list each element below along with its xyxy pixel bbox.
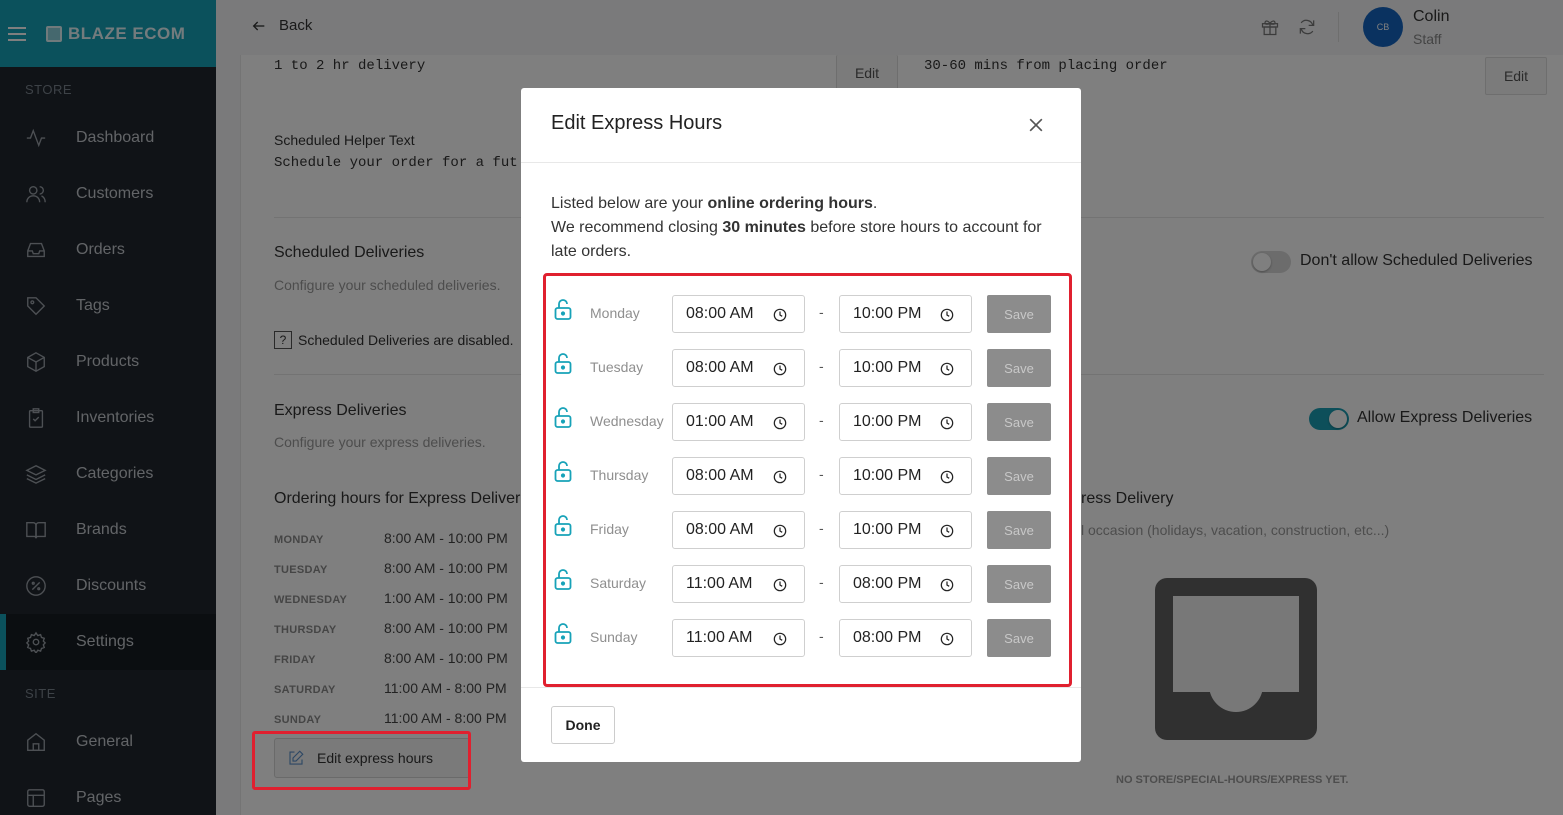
highlight-box [252,731,471,790]
clock-icon [773,524,787,538]
desc-text: We recommend closing [551,219,723,236]
open-time-input[interactable]: 08:00 AM [672,295,805,333]
clock-icon [940,524,954,538]
close-time-input[interactable]: 08:00 PM [839,565,972,603]
save-button[interactable]: Save [987,349,1051,387]
desc-bold: 30 minutes [722,219,806,236]
time-value: 10:00 PM [853,413,922,430]
time-value: 08:00 PM [853,575,922,592]
close-time-input[interactable]: 10:00 PM [839,457,972,495]
time-value: 10:00 PM [853,467,922,484]
clock-icon [940,416,954,430]
save-button[interactable]: Save [987,619,1051,657]
close-time-input[interactable]: 10:00 PM [839,295,972,333]
unlock-icon[interactable] [554,569,572,591]
time-value: 08:00 AM [686,305,754,322]
open-time-input[interactable]: 08:00 AM [672,511,805,549]
done-button[interactable]: Done [551,706,615,744]
save-button[interactable]: Save [987,565,1051,603]
range-dash: - [819,628,824,644]
clock-icon [940,632,954,646]
day-name: Friday [590,521,629,537]
desc-text: Listed below are your [551,195,708,212]
clock-icon [940,362,954,376]
clock-icon [940,308,954,322]
open-time-input[interactable]: 01:00 AM [672,403,805,441]
open-time-input[interactable]: 11:00 AM [672,619,805,657]
time-value: 08:00 AM [686,467,754,484]
day-row-wednesday: Wednesday 01:00 AM - 10:00 PM Save [521,403,1081,441]
clock-icon [773,416,787,430]
save-button[interactable]: Save [987,511,1051,549]
time-value: 01:00 AM [686,413,754,430]
range-dash: - [819,574,824,590]
close-time-input[interactable]: 10:00 PM [839,511,972,549]
range-dash: - [819,304,824,320]
time-value: 08:00 AM [686,521,754,538]
modal-description: Listed below are your online ordering ho… [551,192,1061,264]
day-name: Sunday [590,629,638,645]
range-dash: - [819,466,824,482]
time-value: 10:00 PM [853,305,922,322]
range-dash: - [819,358,824,374]
clock-icon [773,308,787,322]
clock-icon [773,362,787,376]
day-name: Tuesday [590,359,644,375]
day-name: Thursday [590,467,649,483]
clock-icon [940,578,954,592]
close-time-input[interactable]: 10:00 PM [839,349,972,387]
modal-divider [521,687,1081,688]
day-name: Wednesday [590,413,664,429]
day-row-friday: Friday 08:00 AM - 10:00 PM Save [521,511,1081,549]
unlock-icon[interactable] [554,353,572,375]
unlock-icon[interactable] [554,299,572,321]
time-value: 08:00 AM [686,359,754,376]
open-time-input[interactable]: 08:00 AM [672,457,805,495]
time-value: 10:00 PM [853,521,922,538]
unlock-icon[interactable] [554,623,572,645]
close-icon[interactable] [1026,115,1046,135]
modal-title: Edit Express Hours [551,112,723,134]
close-time-input[interactable]: 10:00 PM [839,403,972,441]
time-value: 11:00 AM [686,629,753,646]
day-row-tuesday: Tuesday 08:00 AM - 10:00 PM Save [521,349,1081,387]
clock-icon [773,578,787,592]
range-dash: - [819,412,824,428]
save-button[interactable]: Save [987,403,1051,441]
unlock-icon[interactable] [554,461,572,483]
clock-icon [773,470,787,484]
day-row-sunday: Sunday 11:00 AM - 08:00 PM Save [521,619,1081,657]
open-time-input[interactable]: 08:00 AM [672,349,805,387]
close-time-input[interactable]: 08:00 PM [839,619,972,657]
day-row-monday: Monday 08:00 AM - 10:00 PM Save [521,295,1081,333]
clock-icon [940,470,954,484]
time-value: 08:00 PM [853,629,922,646]
open-time-input[interactable]: 11:00 AM [672,565,805,603]
range-dash: - [819,520,824,536]
desc-bold: online ordering hours [707,195,873,212]
save-button[interactable]: Save [987,457,1051,495]
day-name: Saturday [590,575,647,591]
unlock-icon[interactable] [554,515,572,537]
clock-icon [773,632,787,646]
save-button[interactable]: Save [987,295,1051,333]
modal-divider [521,162,1081,163]
time-value: 11:00 AM [686,575,753,592]
desc-text: . [872,195,878,212]
edit-express-hours-modal: Edit Express Hours Listed below are your… [521,88,1081,762]
unlock-icon[interactable] [554,407,572,429]
day-name: Monday [590,305,640,321]
time-value: 10:00 PM [853,359,922,376]
day-row-thursday: Thursday 08:00 AM - 10:00 PM Save [521,457,1081,495]
day-row-saturday: Saturday 11:00 AM - 08:00 PM Save [521,565,1081,603]
